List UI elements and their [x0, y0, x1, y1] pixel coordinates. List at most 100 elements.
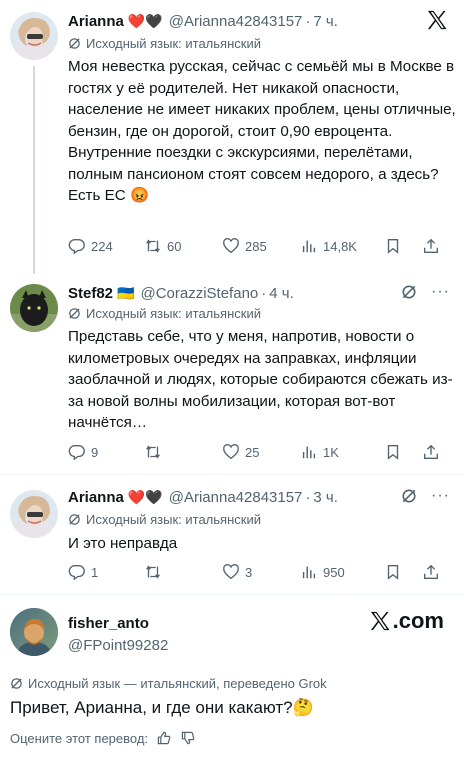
- views-button[interactable]: 950: [300, 563, 384, 581]
- views-count: 1K: [323, 444, 339, 460]
- views-button[interactable]: 14,8K: [300, 237, 384, 255]
- action-bar: 1 3 950: [68, 562, 452, 582]
- action-bar: 9 25 1K: [68, 442, 452, 462]
- repost-count: 60: [167, 238, 182, 254]
- like-button[interactable]: 3: [222, 563, 300, 581]
- repost-icon: [146, 565, 160, 579]
- author-name[interactable]: Stef82: [68, 285, 113, 302]
- like-button[interactable]: 25: [222, 443, 300, 461]
- like-count: 285: [245, 238, 267, 254]
- views-icon: [302, 446, 316, 459]
- heart-icon: [223, 564, 239, 580]
- like-count: 3: [245, 564, 253, 580]
- reply-button[interactable]: 224: [68, 237, 144, 255]
- tweet-header: Arianna ❤️🖤 @Arianna42843157 · 3 ч.: [68, 486, 338, 508]
- grok-icon: [69, 38, 80, 49]
- timestamp[interactable]: 4 ч.: [269, 285, 294, 302]
- repost-icon: [146, 239, 160, 253]
- views-button[interactable]: 1K: [300, 443, 384, 461]
- source-language-label: Исходный язык: итальянский: [86, 36, 261, 51]
- author-handle-row: @FPoint99282: [68, 634, 168, 656]
- repost-button[interactable]: 60: [144, 237, 222, 255]
- author-handle[interactable]: @CorazziStefano: [140, 285, 258, 302]
- avatar[interactable]: [10, 608, 58, 656]
- grok-icon: [69, 308, 80, 319]
- author-handle[interactable]: @FPoint99282: [68, 637, 168, 654]
- author-name[interactable]: fisher_anto: [68, 615, 149, 632]
- share-button[interactable]: [422, 563, 446, 581]
- tweet-header-icons: ···: [401, 284, 450, 300]
- bookmark-icon: [387, 445, 399, 460]
- repost-button[interactable]: [144, 443, 222, 461]
- share-button[interactable]: [422, 443, 446, 461]
- separator-dot: ·: [305, 12, 311, 30]
- x-com-text: .com: [392, 608, 444, 633]
- avatar[interactable]: [10, 284, 58, 332]
- bookmark-button[interactable]: [384, 563, 422, 581]
- reply-count: 9: [91, 444, 99, 460]
- tweet-header: fisher_anto: [68, 612, 153, 634]
- avatar[interactable]: [10, 12, 58, 60]
- share-button[interactable]: [422, 237, 446, 255]
- views-icon: [302, 240, 316, 253]
- source-language-label: Исходный язык: итальянский: [86, 512, 261, 527]
- thumbs-up-icon[interactable]: [156, 730, 172, 746]
- tweet-header-icons: ···: [401, 488, 450, 504]
- reply-icon: [68, 445, 85, 461]
- views-icon: [302, 566, 316, 579]
- tweet-text: Моя невестка русская, сейчас с семьёй мы…: [68, 58, 456, 204]
- tweet-header: Arianna ❤️🖤 @Arianna42843157 · 7 ч.: [68, 10, 338, 32]
- like-count: 25: [245, 444, 260, 460]
- x-logo-icon[interactable]: [426, 10, 448, 35]
- tweet-text: И это неправда: [68, 535, 178, 552]
- rate-translation-row: Оцените этот перевод:: [10, 730, 196, 746]
- timestamp[interactable]: 7 ч.: [313, 13, 338, 30]
- grok-icon[interactable]: [401, 488, 417, 504]
- source-language-line[interactable]: Исходный язык: итальянский: [68, 512, 261, 527]
- translated-by-label: Исходный язык — итальянский, переведено …: [28, 676, 327, 691]
- author-name[interactable]: Arianna: [68, 13, 124, 30]
- repost-icon: [146, 445, 160, 459]
- grok-icon[interactable]: [401, 284, 417, 300]
- grok-icon: [69, 514, 80, 525]
- timestamp[interactable]: 3 ч.: [313, 489, 338, 506]
- like-button[interactable]: 285: [222, 237, 300, 255]
- source-language-line[interactable]: Исходный язык: итальянский: [68, 306, 261, 321]
- name-emoji-badges: ❤️🖤: [127, 13, 163, 29]
- reply-icon: [68, 239, 85, 255]
- translated-by-line[interactable]: Исходный язык — итальянский, переведено …: [10, 676, 327, 691]
- bookmark-icon: [387, 565, 399, 580]
- repost-button[interactable]: [144, 563, 222, 581]
- x-logo-icon: [370, 611, 390, 631]
- reply-count: 224: [91, 238, 113, 254]
- tweet-text: Привет, Арианна, и где они какают?🤔: [10, 698, 314, 717]
- avatar[interactable]: [10, 490, 58, 538]
- name-emoji-badges: ❤️🖤: [127, 489, 163, 505]
- heart-icon: [223, 444, 239, 460]
- tweet-header: Stef82 🇺🇦 @CorazziStefano · 4 ч.: [68, 282, 294, 304]
- author-handle[interactable]: @Arianna42843157: [169, 489, 303, 506]
- x-com-brand: .com: [369, 608, 444, 634]
- views-count: 14,8K: [323, 238, 357, 254]
- author-name[interactable]: Arianna: [68, 489, 124, 506]
- bookmark-icon: [387, 239, 399, 254]
- source-language-line[interactable]: Исходный язык: итальянский: [68, 36, 261, 51]
- thumbs-down-icon[interactable]: [180, 730, 196, 746]
- divider: [0, 594, 464, 595]
- rate-translation-label: Оцените этот перевод:: [10, 730, 149, 746]
- reply-count: 1: [91, 564, 99, 580]
- reply-button[interactable]: 1: [68, 563, 144, 581]
- divider: [0, 474, 464, 475]
- reply-icon: [68, 565, 85, 581]
- bookmark-button[interactable]: [384, 237, 422, 255]
- separator-dot: ·: [261, 284, 267, 302]
- action-bar: 224 60 285 14,8K: [68, 236, 452, 256]
- author-handle[interactable]: @Arianna42843157: [169, 13, 303, 30]
- more-icon[interactable]: ···: [431, 284, 450, 300]
- share-icon: [424, 238, 438, 253]
- share-icon: [424, 564, 438, 579]
- reply-button[interactable]: 9: [68, 443, 144, 461]
- name-emoji-badges: 🇺🇦: [117, 285, 135, 301]
- more-icon[interactable]: ···: [431, 488, 450, 504]
- bookmark-button[interactable]: [384, 443, 422, 461]
